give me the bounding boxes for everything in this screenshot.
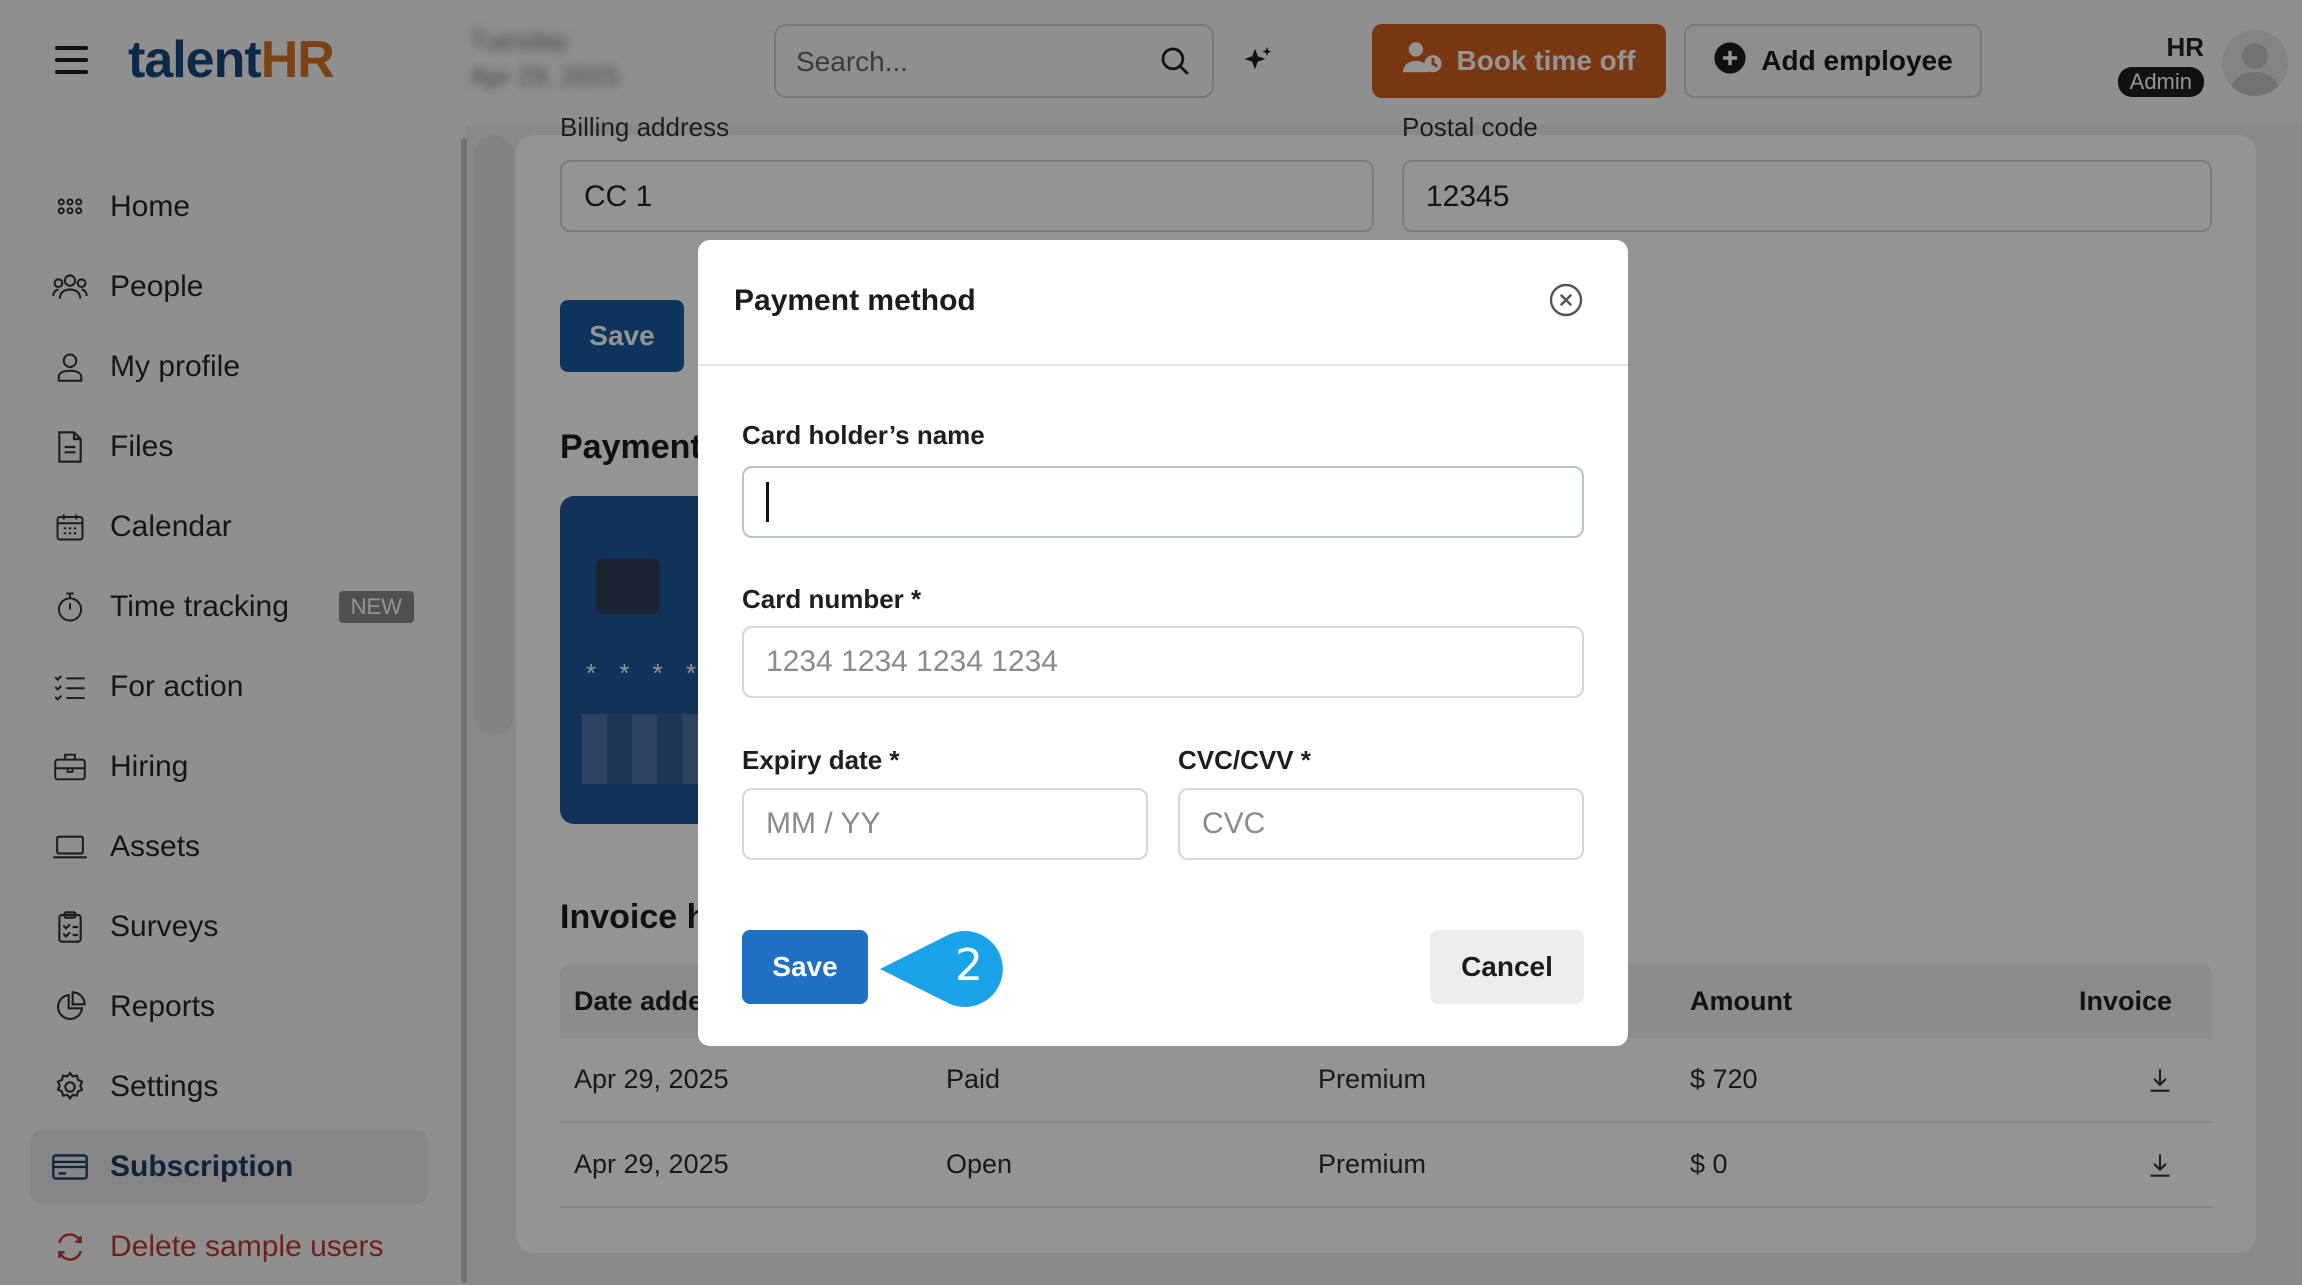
dialog-header: Payment method <box>698 240 1628 366</box>
dialog-title: Payment method <box>734 284 976 317</box>
save-button[interactable]: Save <box>742 930 868 1004</box>
cardholder-name-label: Card holder’s name <box>742 420 985 450</box>
cancel-button[interactable]: Cancel <box>1430 930 1584 1004</box>
cvc-label: CVC/CVV * <box>1178 745 1311 775</box>
cvc-input[interactable] <box>1178 788 1584 860</box>
payment-method-dialog: Payment method Card holder’s name Card n… <box>698 240 1628 1046</box>
card-number-input[interactable] <box>742 626 1584 698</box>
expiry-date-label: Expiry date * <box>742 745 900 775</box>
step-number: 2 <box>955 940 983 991</box>
text-cursor <box>766 482 769 522</box>
cardholder-name-input[interactable] <box>742 466 1584 538</box>
expiry-date-input[interactable] <box>742 788 1148 860</box>
close-icon[interactable] <box>1548 282 1584 323</box>
card-number-label: Card number * <box>742 584 922 614</box>
